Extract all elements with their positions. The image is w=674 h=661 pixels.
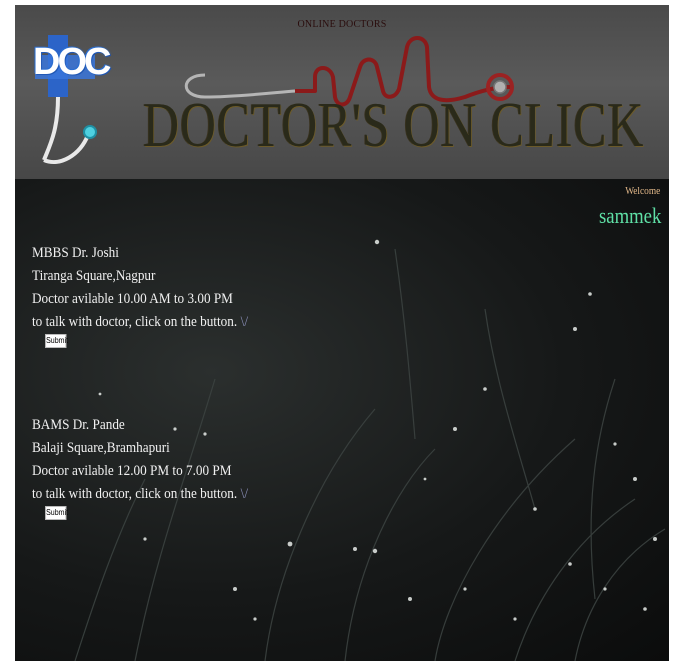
doctor-instruction: to talk with doctor, click on the button… (32, 486, 238, 502)
check-mark: \/ (240, 486, 248, 502)
site-header: ONLINE DOCTORS DOC DOCTOR'S ON CLICK (15, 5, 669, 179)
username: sammek (598, 203, 661, 228)
doctor-instruction-line: to talk with doctor, click on the button… (32, 483, 248, 506)
doctor-card: MBBS Dr. Joshi Tiranga Square,Nagpur Doc… (32, 242, 248, 348)
welcome-label: Welcome (624, 185, 660, 197)
doctor-title: BAMS Dr. Pande (32, 417, 125, 433)
doctor-availability: Doctor avilable 12.00 PM to 7.00 PM (32, 463, 232, 479)
doc-logo[interactable]: DOC (30, 35, 111, 175)
submit-button[interactable]: Submit (45, 506, 68, 520)
doctor-instruction-line: to talk with doctor, click on the button… (32, 311, 248, 334)
check-mark: \/ (240, 314, 248, 330)
doctor-instruction: to talk with doctor, click on the button… (32, 314, 238, 330)
doctor-availability: Doctor avilable 10.00 AM to 3.00 PM (32, 291, 233, 307)
doctor-card: BAMS Dr. Pande Balaji Square,Bramhapuri … (32, 414, 248, 520)
doctor-address: Tiranga Square,Nagpur (32, 268, 156, 284)
page-frame: ONLINE DOCTORS DOC DOCTOR'S ON CLICK Wel… (15, 5, 669, 661)
logo-text: DOC (33, 41, 111, 83)
doctor-title: MBBS Dr. Joshi (32, 245, 119, 261)
doctor-address: Balaji Square,Bramhapuri (32, 440, 170, 456)
submit-button[interactable]: Submit (45, 334, 68, 348)
main-content: Welcome sammek MBBS Dr. Joshi Tiranga Sq… (15, 179, 669, 661)
brand-title: DOCTOR'S ON CLICK (143, 89, 645, 160)
